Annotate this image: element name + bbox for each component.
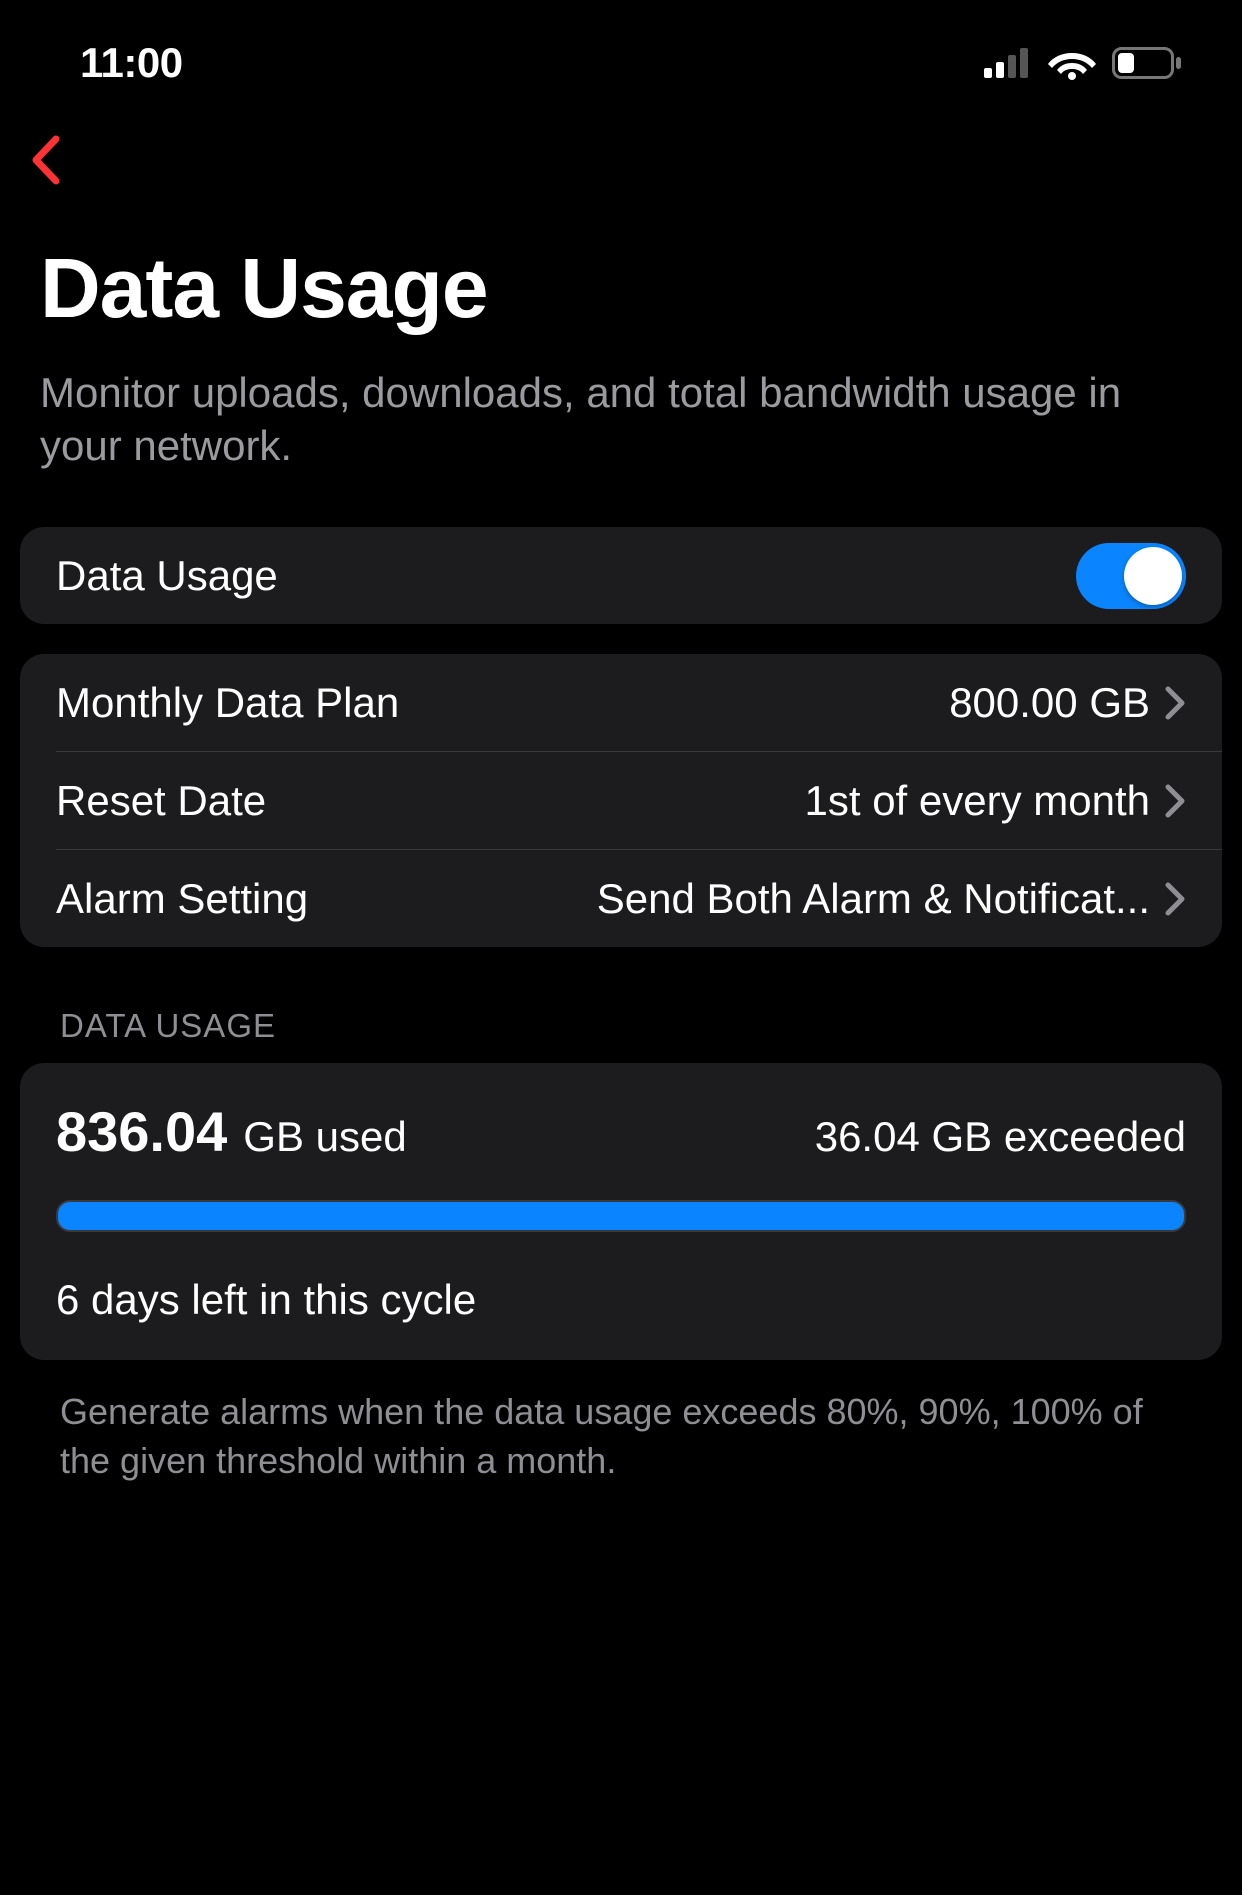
reset-date-label: Reset Date [56, 777, 266, 825]
data-usage-toggle[interactable] [1076, 543, 1186, 609]
alarm-setting-row[interactable]: Alarm Setting Send Both Alarm & Notifica… [20, 850, 1222, 947]
reset-date-value: 1st of every month [286, 777, 1150, 825]
back-chevron-icon[interactable] [28, 135, 64, 185]
chevron-right-icon [1164, 783, 1186, 819]
settings-card: Monthly Data Plan 800.00 GB Reset Date 1… [20, 654, 1222, 947]
usage-used: 836.04 GB used [56, 1099, 407, 1164]
toggle-label: Data Usage [56, 552, 278, 600]
chevron-right-icon [1164, 685, 1186, 721]
chevron-right-icon [1164, 881, 1186, 917]
monthly-plan-value: 800.00 GB [419, 679, 1150, 727]
reset-date-row[interactable]: Reset Date 1st of every month [20, 752, 1222, 849]
page-title: Data Usage [0, 200, 1242, 337]
status-time: 11:00 [80, 39, 183, 87]
status-icons [984, 46, 1182, 80]
data-usage-toggle-row[interactable]: Data Usage [20, 527, 1222, 624]
battery-icon [1112, 47, 1182, 79]
usage-summary: 836.04 GB used 36.04 GB exceeded [56, 1099, 1186, 1164]
usage-progress-bar [56, 1200, 1186, 1232]
alarm-setting-value: Send Both Alarm & Notificat... [328, 875, 1150, 923]
usage-unit: GB used [243, 1113, 406, 1161]
monthly-plan-label: Monthly Data Plan [56, 679, 399, 727]
cellular-icon [984, 48, 1032, 78]
toggle-knob [1124, 547, 1182, 605]
page-subtitle: Monitor uploads, downloads, and total ba… [0, 337, 1242, 472]
alarm-setting-label: Alarm Setting [56, 875, 308, 923]
alarm-footer-text: Generate alarms when the data usage exce… [20, 1360, 1222, 1485]
usage-amount: 836.04 [56, 1099, 227, 1164]
wifi-icon [1048, 46, 1096, 80]
data-usage-section-header: DATA USAGE [20, 947, 1222, 1063]
cycle-remaining: 6 days left in this cycle [56, 1276, 1186, 1324]
monthly-data-plan-row[interactable]: Monthly Data Plan 800.00 GB [20, 654, 1222, 751]
data-usage-card: 836.04 GB used 36.04 GB exceeded 6 days … [20, 1063, 1222, 1360]
data-usage-toggle-card: Data Usage [20, 527, 1222, 624]
nav-back-area [0, 95, 1242, 200]
status-bar: 11:00 [0, 0, 1242, 95]
usage-exceeded: 36.04 GB exceeded [815, 1113, 1186, 1161]
